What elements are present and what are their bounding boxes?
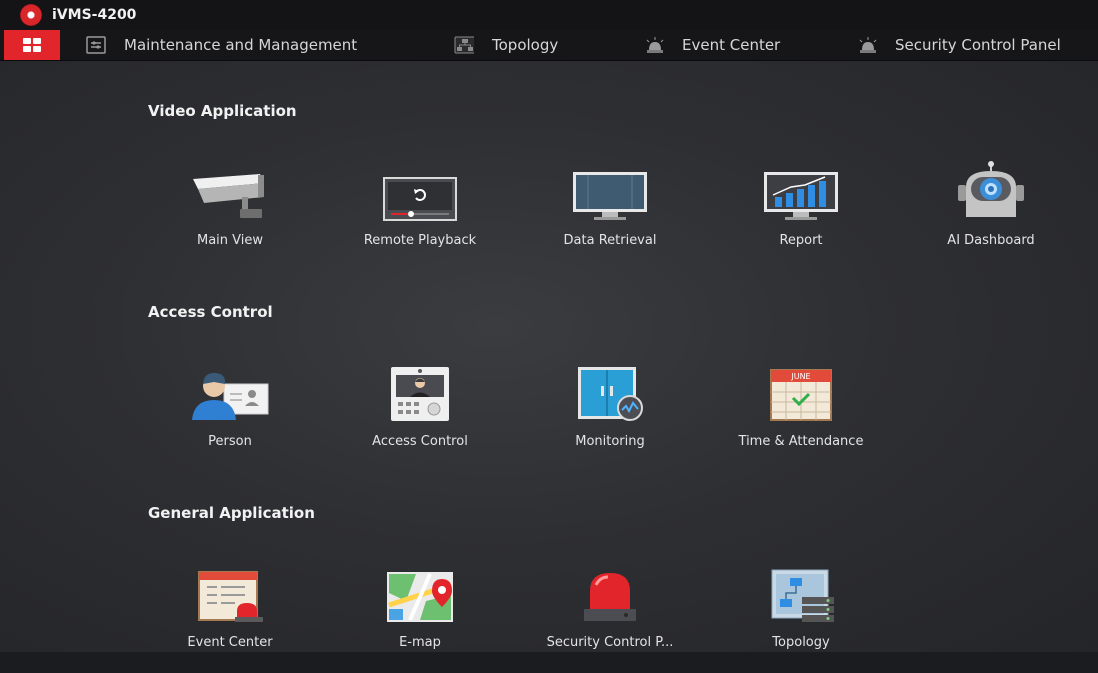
app-main-view[interactable]: Main View (150, 161, 310, 271)
nav-bar: Maintenance and Management Topology Even… (0, 30, 1098, 61)
door-monitor-icon (565, 362, 655, 422)
tab-security-control-panel[interactable]: Security Control Panel (857, 30, 1061, 60)
tab-label: Topology (492, 36, 559, 54)
topology-server-icon (756, 563, 846, 623)
robot-icon (946, 161, 1036, 221)
app-time-attendance[interactable]: JUNE Time & Attendance (721, 362, 881, 472)
app-title: iVMS-4200 (52, 7, 137, 23)
tab-label: Maintenance and Management (124, 36, 358, 54)
app-logo-icon (20, 4, 42, 26)
app-report[interactable]: Report (721, 161, 881, 271)
tab-label: Security Control Panel (895, 36, 1061, 54)
playback-icon (375, 161, 465, 221)
app-topology[interactable]: Topology (721, 563, 881, 673)
app-person[interactable]: Person (150, 362, 310, 472)
app-label: Remote Playback (363, 233, 477, 248)
app-data-retrieval[interactable]: Data Retrieval (530, 161, 690, 271)
app-security-control-panel[interactable]: Security Control P... (530, 563, 690, 673)
app-label: E-map (399, 635, 441, 650)
app-label: Report (779, 233, 823, 248)
app-monitoring[interactable]: Monitoring (530, 362, 690, 472)
tab-event-center[interactable]: Event Center (644, 30, 780, 60)
siren-icon (565, 563, 655, 623)
section-title-access: Access Control (148, 303, 273, 321)
app-label: Main View (196, 233, 263, 248)
camera-icon (185, 161, 275, 221)
section-title-video: Video Application (148, 102, 297, 120)
intercom-icon (375, 362, 465, 422)
map-pin-icon (375, 563, 465, 623)
app-access-control[interactable]: Access Control (340, 362, 500, 472)
app-remote-playback[interactable]: Remote Playback (340, 161, 500, 271)
app-label: Topology (772, 635, 830, 650)
main-panel: Video Application Main View Remote Playb… (0, 61, 1098, 652)
home-button[interactable] (4, 30, 60, 60)
maintenance-icon (86, 36, 106, 54)
calendar-icon: JUNE (756, 362, 846, 422)
app-event-center[interactable]: Event Center (150, 563, 310, 673)
title-bar: iVMS-4200 (0, 0, 1098, 30)
app-e-map[interactable]: E-map (340, 563, 500, 673)
person-card-icon (185, 362, 275, 422)
tab-maintenance[interactable]: Maintenance and Management (86, 30, 357, 60)
monitor-icon (565, 161, 655, 221)
app-ai-dashboard[interactable]: AI Dashboard (911, 161, 1071, 271)
tab-topology[interactable]: Topology (454, 30, 558, 60)
tab-label: Event Center (682, 36, 781, 54)
grid-icon (23, 38, 41, 52)
alarm-light-icon (644, 36, 664, 54)
topology-icon (454, 36, 474, 54)
app-label: Access Control (372, 434, 468, 449)
event-list-icon (185, 563, 275, 623)
section-title-general: General Application (148, 504, 315, 522)
app-label: Security Control P... (546, 635, 674, 650)
alarm-light-icon (857, 36, 877, 54)
app-label: Person (208, 434, 252, 449)
app-label: Monitoring (575, 434, 645, 449)
app-label: AI Dashboard (947, 233, 1035, 248)
app-label: Event Center (187, 635, 273, 650)
svg-text:JUNE: JUNE (790, 372, 810, 381)
report-chart-icon (756, 161, 846, 221)
app-label: Time & Attendance (738, 434, 864, 449)
app-label: Data Retrieval (563, 233, 657, 248)
